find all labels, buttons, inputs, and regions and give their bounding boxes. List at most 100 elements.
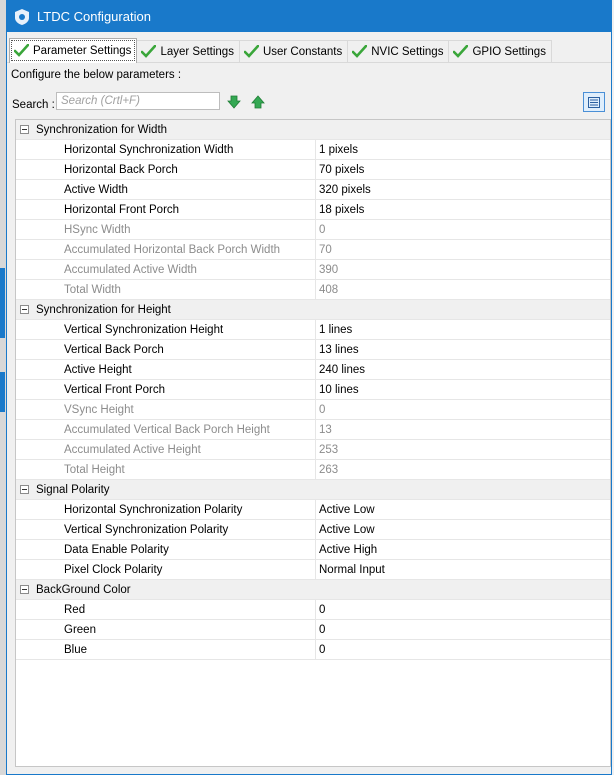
parameter-name: Total Height [16,460,316,479]
parameter-name: Total Width [16,280,316,299]
checkmark-icon [243,44,259,58]
ltdc-configuration-window: LTDC Configuration Parameter Settings Lay… [6,0,612,775]
background-accent [0,372,5,412]
parameter-name: Blue [16,640,316,659]
parameter-name: Horizontal Synchronization Width [16,140,316,159]
parameter-value: 263 [319,463,339,476]
parameter-value[interactable]: 0 [316,620,610,639]
collapse-icon[interactable] [20,485,29,494]
tab-parameter-settings[interactable]: Parameter Settings [9,38,138,63]
parameter-row[interactable]: Blue 0 [16,640,610,660]
parameter-value: 13 [319,423,332,436]
parameter-row[interactable]: Horizontal Front Porch 18 pixels [16,200,610,220]
title-bar[interactable]: LTDC Configuration [7,1,611,32]
parameter-name: Vertical Front Porch [16,380,316,399]
parameter-name: Horizontal Back Porch [16,160,316,179]
parameter-name: Data Enable Polarity [16,540,316,559]
parameter-row[interactable]: Active Height 240 lines [16,360,610,380]
search-input[interactable] [56,92,220,110]
list-icon [588,96,600,108]
parameter-row[interactable]: Red 0 [16,600,610,620]
parameter-name: Active Height [16,360,316,379]
parameter-row[interactable]: Horizontal Synchronization Width 1 pixels [16,140,610,160]
tab-label: Layer Settings [160,45,234,58]
parameter-row: Total Width 408 [16,280,610,300]
parameter-name: HSync Width [16,220,316,239]
parameter-value[interactable]: 0 [316,640,610,659]
parameter-row: Accumulated Horizontal Back Porch Width 7… [16,240,610,260]
parameter-value[interactable]: Active High [316,540,610,559]
parameter-row[interactable]: Vertical Back Porch 13 lines [16,340,610,360]
collapse-icon[interactable] [20,125,29,134]
parameter-row[interactable]: Active Width 320 pixels [16,180,610,200]
parameter-value: 253 [319,443,339,456]
list-view-button[interactable] [583,92,605,112]
parameter-name: Horizontal Front Porch [16,200,316,219]
tab-label: NVIC Settings [371,45,444,58]
parameter-name: VSync Height [16,400,316,419]
group-header[interactable]: BackGround Color [16,580,610,600]
tab-user-constants[interactable]: User Constants [238,40,349,62]
parameter-value[interactable]: 240 lines [316,360,610,379]
configure-label: Configure the below parameters : [11,69,182,81]
group-header[interactable]: Synchronization for Height [16,300,610,320]
parameter-value: 0 [319,403,326,416]
tab-strip: Parameter Settings Layer Settings User Con… [7,36,611,63]
collapse-icon[interactable] [20,585,29,594]
parameter-row[interactable]: Vertical Front Porch 10 lines [16,380,610,400]
group-title: Synchronization for Width [36,123,168,136]
checkmark-icon [14,44,29,57]
parameter-panel: Configure the below parameters : Search … [7,69,611,119]
tab-nvic-settings[interactable]: NVIC Settings [347,40,450,62]
group-header-cell: Signal Polarity [16,480,110,499]
parameter-value: 408 [319,283,339,296]
tab-layer-settings[interactable]: Layer Settings [136,40,240,62]
parameter-row: Accumulated Vertical Back Porch Height 13 [16,420,610,440]
parameter-value[interactable]: Normal Input [316,560,610,579]
collapse-icon[interactable] [20,305,29,314]
parameter-value[interactable]: 1 pixels [316,140,610,159]
tab-label: GPIO Settings [472,45,546,58]
parameter-row: HSync Width 0 [16,220,610,240]
tab-label: Parameter Settings [33,45,132,57]
parameter-name: Accumulated Active Height [16,440,316,459]
group-header-cell: BackGround Color [16,580,131,599]
parameter-value[interactable]: 1 lines [316,320,610,339]
parameter-value[interactable]: Active Low [316,500,610,519]
parameter-row: VSync Height 0 [16,400,610,420]
parameter-row[interactable]: Vertical Synchronization Polarity Active … [16,520,610,540]
parameter-value: 390 [319,263,339,276]
arrow-down-icon[interactable] [227,95,241,109]
window-title: LTDC Configuration [37,9,151,24]
parameter-value[interactable]: 0 [316,600,610,619]
parameter-row: Accumulated Active Height 253 [16,440,610,460]
parameter-row[interactable]: Green 0 [16,620,610,640]
parameter-row[interactable]: Horizontal Back Porch 70 pixels [16,160,610,180]
parameter-name: Accumulated Horizontal Back Porch Width [16,240,316,259]
parameter-row[interactable]: Horizontal Synchronization Polarity Activ… [16,500,610,520]
shield-icon [15,8,29,25]
parameter-name: Green [16,620,316,639]
parameter-value[interactable]: 320 pixels [316,180,610,199]
tab-gpio-settings[interactable]: GPIO Settings [448,40,552,62]
parameter-row[interactable]: Vertical Synchronization Height 1 lines [16,320,610,340]
parameter-value[interactable]: Active Low [316,520,610,539]
search-row: Search : [9,91,611,119]
group-title: Signal Polarity [36,483,110,496]
parameter-value[interactable]: 70 pixels [316,160,610,179]
group-header[interactable]: Signal Polarity [16,480,610,500]
group-header-cell: Synchronization for Width [16,120,167,139]
parameter-name: Vertical Back Porch [16,340,316,359]
group-title: Synchronization for Height [36,303,171,316]
group-header[interactable]: Synchronization for Width [16,120,610,140]
arrow-up-icon[interactable] [251,95,265,109]
parameter-row: Total Height 263 [16,460,610,480]
parameter-row: Accumulated Active Width 390 [16,260,610,280]
parameter-name: Vertical Synchronization Polarity [16,520,316,539]
tab-label: User Constants [262,45,343,58]
parameter-row[interactable]: Data Enable Polarity Active High [16,540,610,560]
parameter-value[interactable]: 13 lines [316,340,610,359]
parameter-value[interactable]: 10 lines [316,380,610,399]
parameter-value[interactable]: 18 pixels [316,200,610,219]
parameter-row[interactable]: Pixel Clock Polarity Normal Input [16,560,610,580]
